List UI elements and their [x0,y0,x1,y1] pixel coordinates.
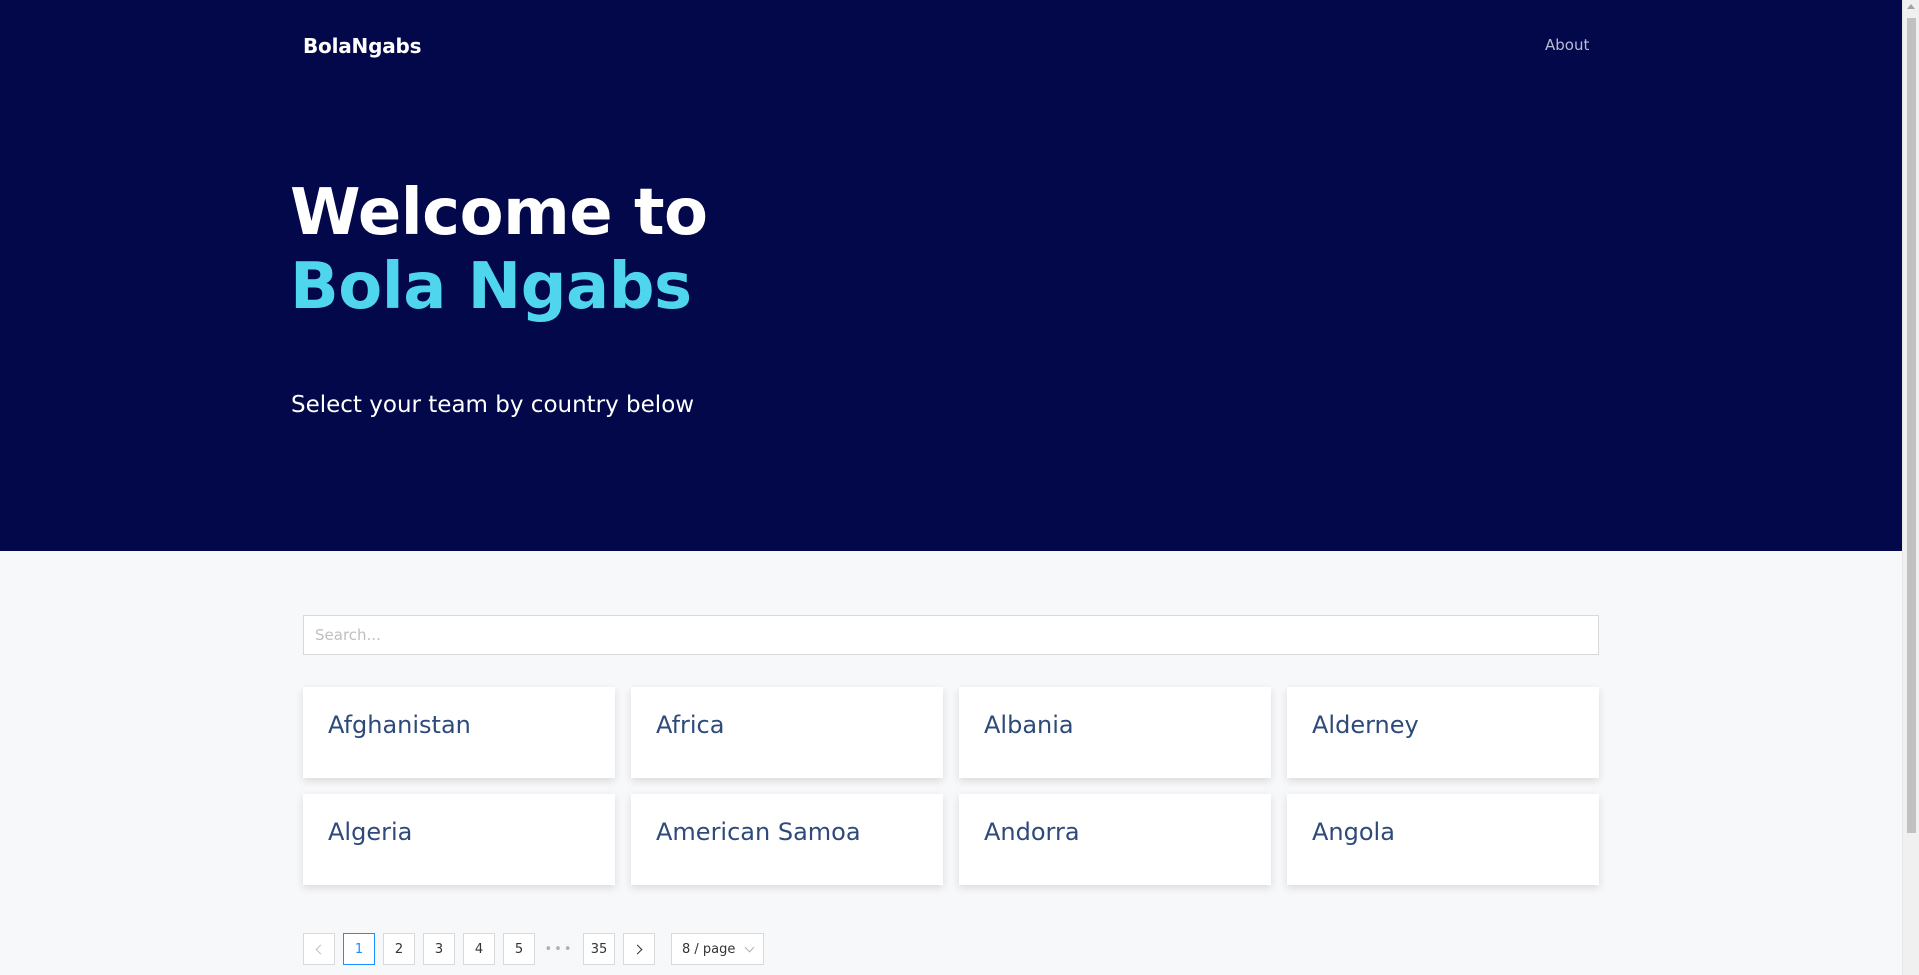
chevron-left-icon [315,944,326,954]
brand-logo[interactable]: BolaNgabs [303,34,422,58]
prev-page-button[interactable] [303,933,335,965]
country-grid: Afghanistan Africa Albania Alderney Alge… [303,687,1599,885]
page: BolaNgabs About Welcome to Bola Ngabs Se… [0,0,1919,975]
page-size-value: 8 / page [682,941,736,957]
country-card[interactable]: Afghanistan [303,687,615,778]
country-card[interactable]: Alderney [1287,687,1599,778]
country-name: Algeria [328,818,413,846]
vertical-scrollbar[interactable] [1902,0,1919,975]
nav-about-link[interactable]: About [1545,36,1589,54]
next-page-button[interactable] [623,933,655,965]
hero-subtitle: Select your team by country below [291,392,695,418]
country-name: American Samoa [656,818,861,846]
pagination: 1 2 3 4 5 ••• 35 8 / page [303,933,764,965]
page-ellipsis[interactable]: ••• [543,933,575,965]
hero-title: Welcome to Bola Ngabs [290,176,708,324]
page-button-last[interactable]: 35 [583,933,615,965]
country-name: Afghanistan [328,711,471,739]
country-card[interactable]: Angola [1287,794,1599,885]
country-card[interactable]: Albania [959,687,1271,778]
page-button-3[interactable]: 3 [423,933,455,965]
chevron-right-icon [632,944,643,954]
country-name: Africa [656,711,725,739]
country-name: Angola [1312,818,1395,846]
hero-title-line1: Welcome to [290,176,708,250]
page-size-select[interactable]: 8 / page [671,933,764,965]
page-button-4[interactable]: 4 [463,933,495,965]
hero-title-line2: Bola Ngabs [290,250,692,324]
chevron-down-icon [744,942,755,952]
country-name: Albania [984,711,1074,739]
page-button-5[interactable]: 5 [503,933,535,965]
country-card[interactable]: American Samoa [631,794,943,885]
country-card[interactable]: Algeria [303,794,615,885]
page-button-2[interactable]: 2 [383,933,415,965]
country-name: Alderney [1312,711,1419,739]
country-name: Andorra [984,818,1080,846]
scroll-up-arrow-icon[interactable] [1907,4,1915,9]
scrollbar-thumb[interactable] [1907,18,1916,833]
page-button-1[interactable]: 1 [343,933,375,965]
country-card[interactable]: Andorra [959,794,1271,885]
country-card[interactable]: Africa [631,687,943,778]
search-input[interactable] [303,615,1599,655]
hero-section: BolaNgabs About Welcome to Bola Ngabs Se… [0,0,1902,551]
